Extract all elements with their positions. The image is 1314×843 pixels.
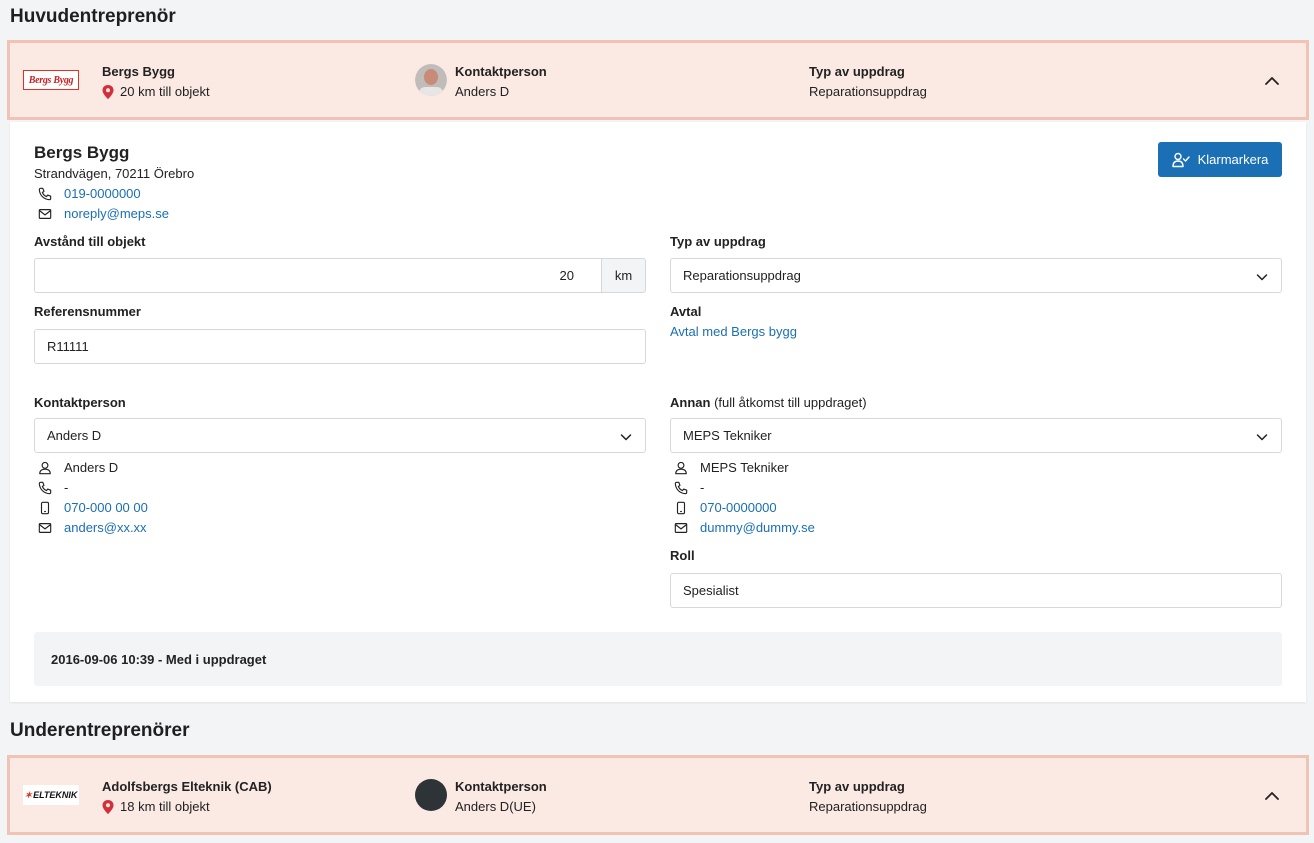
mobile-icon: [676, 501, 686, 514]
other-name-text: MEPS Tekniker: [700, 460, 789, 475]
contractor-detail-panel: Bergs Bygg Strandvägen, 70211 Örebro 019…: [10, 122, 1306, 702]
contact-name: Anders D: [455, 84, 510, 99]
company-phone-row: 019-0000000: [38, 186, 141, 201]
other-email-link[interactable]: dummy@dummy.se: [700, 520, 815, 535]
distance-unit: km: [601, 258, 646, 293]
other-access-select-value: MEPS Tekniker: [683, 428, 772, 443]
distance-input[interactable]: 20: [34, 258, 601, 293]
other-phone-row: -: [674, 480, 704, 495]
role-input[interactable]: Spesialist: [670, 573, 1282, 608]
reference-input[interactable]: R11111: [34, 329, 646, 364]
envelope-icon: [38, 522, 52, 533]
assignment-type-label: Typ av uppdrag: [809, 64, 905, 79]
other-email-row: dummy@dummy.se: [674, 520, 815, 535]
phone-icon: [674, 481, 688, 494]
mobile-icon: [40, 501, 50, 514]
contact-name-row: Anders D: [38, 460, 118, 475]
agreement-link[interactable]: Avtal med Bergs bygg: [670, 324, 797, 339]
envelope-icon: [674, 522, 688, 533]
location-pin-icon: [102, 799, 114, 814]
company-phone-link[interactable]: 019-0000000: [64, 186, 141, 201]
chevron-down-icon: [620, 434, 632, 441]
sub-assignment-type-label: Typ av uppdrag: [809, 779, 905, 794]
chevron-up-icon[interactable]: [1262, 71, 1282, 91]
elteknik-logo-text: ELTEKNIK: [33, 790, 78, 800]
assignment-type-select[interactable]: Reparationsuppdrag: [670, 258, 1282, 293]
assignment-type-value: Reparationsuppdrag: [809, 84, 927, 99]
contact-mobile-link[interactable]: 070-000 00 00: [64, 500, 148, 515]
other-name-row: MEPS Tekniker: [674, 460, 789, 475]
sub-contractor-header[interactable]: ✶ ELTEKNIK Adolfsbergs Elteknik (CAB) 18…: [7, 755, 1309, 835]
company-address: Strandvägen, 70211 Örebro: [34, 166, 195, 181]
company-name: Bergs Bygg: [34, 143, 130, 162]
section-title-main: Huvudentreprenör: [10, 6, 176, 27]
distance-label: Avstånd till objekt: [34, 234, 146, 249]
main-contractor-header[interactable]: Bergs Bygg Bergs Bygg 20 km till objekt …: [7, 40, 1309, 120]
phone-icon: [38, 481, 52, 494]
contact-person-select-value: Anders D: [47, 428, 102, 443]
sub-distance-text: 18 km till objekt: [120, 799, 210, 814]
activity-log-entry: 2016-09-06 10:39 - Med i uppdraget: [34, 632, 1282, 686]
contact-phone-row: -: [38, 480, 68, 495]
bergs-bygg-logo: Bergs Bygg: [23, 70, 79, 90]
sub-contact-label: Kontaktperson: [455, 779, 547, 794]
agreement-label: Avtal: [670, 304, 702, 319]
user-icon: [675, 461, 687, 474]
elteknik-logo: ✶ ELTEKNIK: [23, 785, 79, 805]
contact-email-row: anders@xx.xx: [38, 520, 147, 535]
contact-phone-text: -: [64, 480, 69, 495]
sub-contractor-distance: 18 km till objekt: [102, 799, 210, 814]
contractor-distance: 20 km till objekt: [102, 84, 210, 99]
other-phone-text: -: [700, 480, 705, 495]
envelope-icon: [38, 208, 52, 219]
contact-person-select[interactable]: Anders D: [34, 418, 646, 453]
sub-contact-name: Anders D(UE): [455, 799, 536, 814]
chevron-down-icon: [1256, 434, 1268, 441]
mark-complete-button[interactable]: Klarmarkera: [1158, 142, 1282, 177]
elteknik-logo-mark: ✶: [24, 789, 33, 800]
contractor-name: Bergs Bygg: [102, 64, 175, 79]
user-check-icon: [1171, 152, 1190, 167]
sub-contact-avatar: [415, 779, 447, 811]
role-label: Roll: [670, 548, 695, 563]
sub-contractor-name: Adolfsbergs Elteknik (CAB): [102, 779, 272, 794]
other-access-label-sub: (full åtkomst till uppdraget): [714, 395, 867, 410]
other-access-select[interactable]: MEPS Tekniker: [670, 418, 1282, 453]
other-mobile-row: 070-0000000: [674, 500, 777, 515]
reference-label: Referensnummer: [34, 304, 141, 319]
section-title-sub: Underentreprenörer: [10, 720, 190, 741]
other-access-label: Annan (full åtkomst till uppdraget): [670, 395, 867, 410]
other-mobile-link[interactable]: 070-0000000: [700, 500, 777, 515]
assignment-type-select-value: Reparationsuppdrag: [683, 268, 801, 283]
bergs-bygg-logo-text: Bergs Bygg: [28, 74, 74, 86]
contact-person-label: Kontaktperson: [34, 395, 126, 410]
contact-name-text: Anders D: [64, 460, 119, 475]
contact-label: Kontaktperson: [455, 64, 547, 79]
mark-complete-label: Klarmarkera: [1197, 152, 1269, 167]
contact-email-link[interactable]: anders@xx.xx: [64, 520, 147, 535]
phone-icon: [38, 187, 52, 200]
contact-avatar: [415, 64, 447, 96]
distance-text: 20 km till objekt: [120, 84, 210, 99]
company-email-link[interactable]: noreply@meps.se: [64, 206, 169, 221]
chevron-down-icon: [1256, 274, 1268, 281]
sub-assignment-type-value: Reparationsuppdrag: [809, 799, 927, 814]
location-pin-icon: [102, 84, 114, 99]
other-access-label-main: Annan: [670, 395, 711, 410]
company-email-row: noreply@meps.se: [38, 206, 169, 221]
distance-input-group: 20 km: [34, 258, 646, 293]
contact-mobile-row: 070-000 00 00: [38, 500, 148, 515]
chevron-up-icon[interactable]: [1262, 786, 1282, 806]
assignment-type-field-label: Typ av uppdrag: [670, 234, 766, 249]
user-icon: [39, 461, 51, 474]
